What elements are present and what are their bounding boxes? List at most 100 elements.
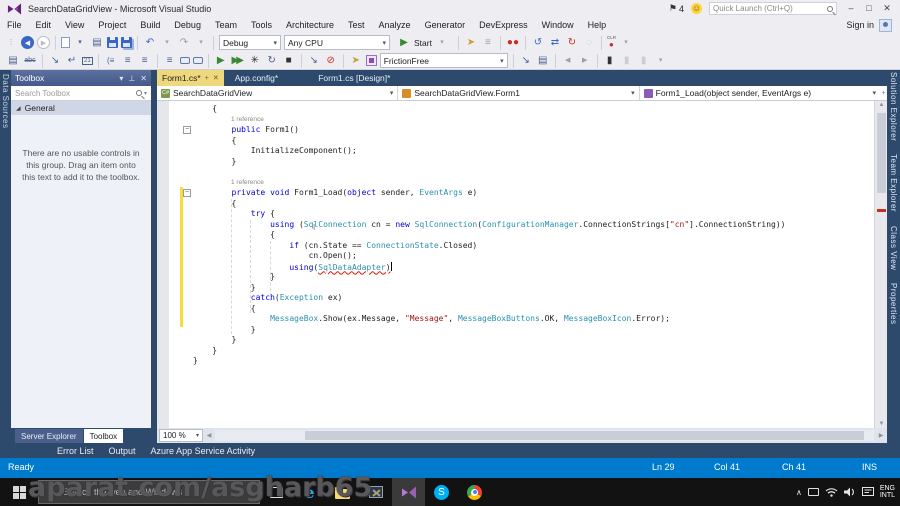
team-explorer-tab[interactable]: Team Explorer [889, 152, 898, 214]
close-button[interactable]: ✕ [880, 3, 894, 14]
bookmark-prev-icon[interactable]: ▮ [620, 53, 634, 68]
user-avatar-icon[interactable] [879, 18, 892, 32]
feedback-smiley-button[interactable]: ☺ [691, 3, 702, 14]
language-indicator[interactable]: ENG INTL [880, 485, 895, 499]
tab-form1-design[interactable]: Form1.cs [Design]* [313, 70, 395, 86]
run-to-cursor-icon[interactable]: ▶ [214, 53, 228, 68]
list-members-icon[interactable]: ≡ [163, 53, 177, 68]
toolbar-lines-icon[interactable]: ≡ [481, 35, 495, 50]
menu-generator[interactable]: Generator [418, 20, 473, 30]
tray-expand-icon[interactable]: ∧ [796, 488, 802, 497]
sign-in-link[interactable]: Sign in [846, 20, 874, 30]
scroll-down-icon[interactable]: ▼ [875, 421, 887, 427]
bookmark-icon[interactable]: ▮ [603, 53, 617, 68]
stop-icon[interactable]: ■ [282, 53, 296, 68]
collapse-region-button[interactable]: − [183, 126, 191, 134]
profile-dropdown[interactable]: FrictionFree ▾ [379, 53, 508, 68]
bookmark-next-icon[interactable]: ▮ [637, 53, 651, 68]
vertical-scrollbar[interactable]: ▲ ▼ [874, 101, 887, 428]
undo-dropdown[interactable]: ▾ [160, 35, 174, 50]
redo-dropdown[interactable]: ▾ [194, 35, 208, 50]
cursor-pointer-icon[interactable]: ➤ [349, 53, 363, 68]
disable-icon[interactable]: ⊘ [324, 53, 338, 68]
run-all-icon[interactable]: ▶ ▶ [231, 53, 245, 68]
new-file-button[interactable] [61, 37, 70, 48]
data-sources-tab[interactable]: Data Sources [1, 70, 10, 132]
toolbox-general-section[interactable]: ◢ General [11, 101, 151, 115]
navigate-forward-button[interactable]: ▶ [37, 36, 50, 49]
redo-button[interactable]: ↷ [177, 35, 191, 50]
breakpoint-margin[interactable] [157, 101, 169, 428]
scroll-up-icon[interactable]: ▲ [875, 102, 887, 108]
action-center-icon[interactable] [861, 487, 874, 497]
undo-button[interactable]: ↶ [143, 35, 157, 50]
step-loop-icon[interactable]: ↺ [531, 35, 545, 50]
scroll-left-icon[interactable]: ◀ [203, 432, 215, 439]
code-text[interactable]: {1 reference public Form1() { Initialize… [193, 104, 873, 367]
menu-team[interactable]: Team [208, 20, 244, 30]
shift-left-icon[interactable]: ◀ [561, 53, 575, 68]
toolbox-tab[interactable]: Toolbox [83, 429, 124, 443]
save-button[interactable] [107, 37, 118, 48]
binoculars-icon[interactable]: ● ● [506, 35, 520, 50]
history-circle-icon[interactable]: ◌ [582, 35, 596, 50]
step-back-icon[interactable]: ↻ [565, 35, 579, 50]
layout-window-icon[interactable] [365, 55, 377, 66]
line-number-icon[interactable]: 21 [82, 56, 93, 65]
code-editor[interactable]: − − {1 reference public Form1() { Initia… [157, 101, 887, 428]
minimize-button[interactable]: – [844, 3, 858, 14]
restart-icon[interactable]: ↻ [265, 53, 279, 68]
menu-architecture[interactable]: Architecture [279, 20, 341, 30]
toolbar-overflow[interactable]: ▾ [619, 35, 633, 50]
maximize-button[interactable]: □ [862, 3, 876, 14]
horizontal-scrollbar[interactable] [215, 430, 874, 441]
type-dropdown[interactable]: SearchDataGridView.Form1 ▾ [398, 86, 640, 100]
toolbox-header[interactable]: Toolbox ▾ ⊥ ✕ [11, 70, 151, 86]
tree-sync-icon[interactable]: ↘ [519, 53, 533, 68]
start-debugging-button[interactable]: ▶ Start ▾ [393, 35, 453, 50]
quick-launch-input[interactable]: Quick Launch (Ctrl+Q) [709, 2, 837, 15]
member-dropdown[interactable]: Form1_Load(object sender, EventArgs e) ▾ [640, 86, 880, 100]
zoom-dropdown[interactable]: 100 % ▾ [159, 429, 203, 442]
visual-studio-taskbar-button[interactable] [392, 478, 425, 506]
new-file-dropdown[interactable]: ▾ [73, 35, 87, 50]
server-explorer-tab[interactable]: Server Explorer [15, 429, 83, 443]
wifi-icon[interactable] [825, 487, 838, 497]
open-file-button[interactable]: ▤ [90, 35, 104, 50]
menu-help[interactable]: Help [581, 20, 614, 30]
class-view-tab[interactable]: Class View [889, 224, 898, 272]
chrome-button[interactable] [458, 478, 491, 506]
indent-increase-icon[interactable]: ≡ [138, 53, 152, 68]
error-marker[interactable] [877, 209, 886, 212]
tab-app-config[interactable]: App.config* [230, 70, 283, 86]
properties-tab[interactable]: Properties [889, 281, 898, 326]
azure-app-service-activity-tab[interactable]: Azure App Service Activity [151, 446, 256, 456]
clr-events-button[interactable]: CLR ● [607, 36, 616, 49]
breakpoint-burst-icon[interactable]: ✳ [248, 53, 262, 68]
window-position-icon[interactable]: ▾ [119, 74, 123, 83]
pin-icon[interactable]: ⊥ [128, 74, 135, 83]
split-window-button[interactable]: + [879, 86, 887, 100]
notifications-flag-button[interactable]: ⚑ 4 [669, 3, 684, 14]
save-all-button[interactable] [121, 37, 132, 48]
step-arrow-icon[interactable]: ↘ [307, 53, 321, 68]
volume-icon[interactable] [843, 487, 856, 497]
scrollbar-thumb[interactable] [305, 431, 864, 440]
menu-edit[interactable]: Edit [29, 20, 59, 30]
menu-build[interactable]: Build [133, 20, 167, 30]
menu-project[interactable]: Project [91, 20, 133, 30]
scrollbar-thumb[interactable] [877, 113, 886, 193]
touch-keyboard-icon[interactable] [807, 488, 819, 496]
output-tab[interactable]: Output [109, 446, 136, 456]
close-tab-icon[interactable]: ✕ [213, 74, 219, 82]
menu-window[interactable]: Window [535, 20, 581, 30]
goto-definition-icon[interactable]: ↘ [48, 53, 62, 68]
project-dropdown[interactable]: C# SearchDataGridView ▾ [157, 86, 399, 100]
indent-decrease-icon[interactable]: ≡ [121, 53, 135, 68]
doc-outline-icon[interactable]: ▤ [6, 53, 20, 68]
menu-analyze[interactable]: Analyze [372, 20, 418, 30]
tree-collapse-icon[interactable]: ▤ [536, 53, 550, 68]
navigate-back-button[interactable]: ◀ [21, 36, 34, 49]
shift-right-icon[interactable]: ▶ [578, 53, 592, 68]
close-icon[interactable]: ✕ [140, 74, 147, 83]
